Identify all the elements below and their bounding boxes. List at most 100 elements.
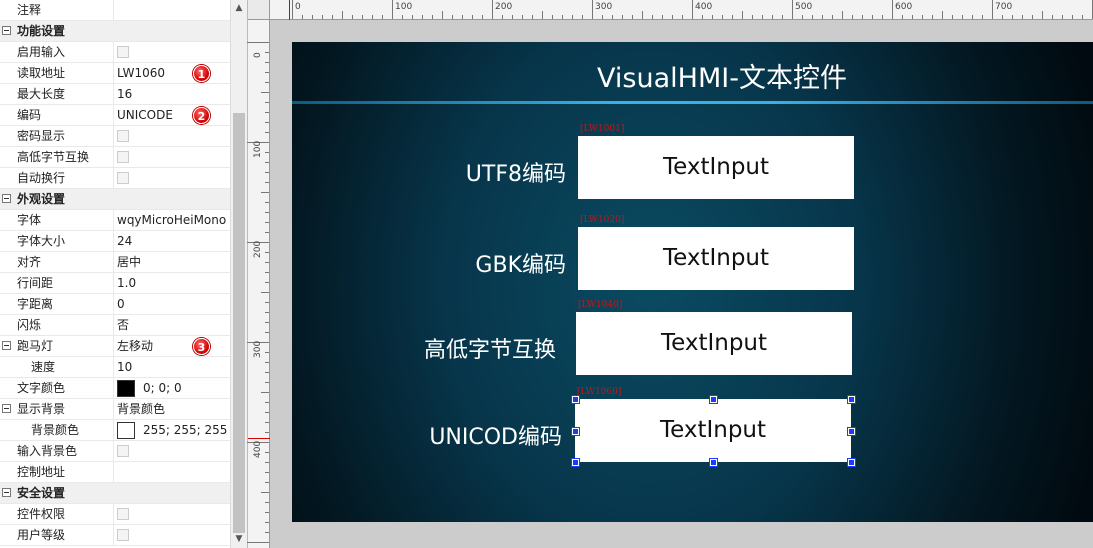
property-checkbox[interactable]	[117, 130, 129, 142]
resize-handle[interactable]	[571, 458, 580, 467]
resize-handle[interactable]	[571, 395, 580, 404]
ruler-tick	[265, 302, 269, 303]
resize-handle[interactable]	[709, 458, 718, 467]
property-value[interactable]: 24	[117, 231, 132, 251]
property-row[interactable]: 文字颜色 0; 0; 0	[0, 378, 230, 399]
ruler-tick	[292, 0, 293, 19]
property-checkbox[interactable]	[117, 172, 129, 184]
property-value[interactable]: LW1060	[117, 63, 165, 83]
property-row[interactable]: 显示背景 背景颜色	[0, 399, 230, 420]
ruler-tick	[512, 15, 513, 19]
text-input-widget[interactable]: TextInput	[576, 312, 852, 375]
ruler-label: 700	[995, 2, 1013, 12]
property-section[interactable]: 安全设置	[0, 483, 230, 504]
property-row[interactable]: 行间距 1.0	[0, 273, 230, 294]
resize-handle[interactable]	[571, 426, 580, 436]
property-row[interactable]: 读取地址 LW1060 1	[0, 63, 230, 84]
scroll-thumb[interactable]	[233, 113, 245, 533]
resize-handle[interactable]	[709, 395, 718, 404]
column-divider	[113, 168, 114, 188]
cursor-marker	[289, 0, 290, 20]
property-value[interactable]: 255; 255; 255	[143, 420, 227, 440]
property-row[interactable]: 高低字节互换	[0, 147, 230, 168]
property-row[interactable]: 对齐 居中	[0, 252, 230, 273]
property-row[interactable]: 字体大小 24	[0, 231, 230, 252]
property-checkbox[interactable]	[117, 46, 129, 58]
property-row[interactable]: 最大长度 16	[0, 84, 230, 105]
property-row[interactable]: 跑马灯 左移动 3	[0, 336, 230, 357]
ruler-tick	[261, 492, 269, 493]
property-row[interactable]: 编码 UNICODE 2	[0, 105, 230, 126]
ruler-tick	[1072, 15, 1073, 19]
property-section[interactable]: 功能设置	[0, 21, 230, 42]
scroll-up-icon[interactable]: ▲	[234, 3, 244, 13]
ruler-label: 200	[253, 240, 263, 258]
property-row[interactable]: 输入背景色	[0, 441, 230, 462]
ruler-tick	[265, 132, 269, 133]
ruler-corner	[248, 0, 270, 20]
color-swatch[interactable]	[117, 380, 135, 397]
property-checkbox[interactable]	[117, 508, 129, 520]
text-input-widget[interactable]: TextInput	[578, 227, 854, 290]
property-row[interactable]: 字体 wqyMicroHeiMono	[0, 210, 230, 231]
ruler-tick	[265, 512, 269, 513]
property-row[interactable]: 闪烁 否	[0, 315, 230, 336]
property-row[interactable]: 背景颜色 255; 255; 255	[0, 420, 230, 441]
property-value[interactable]: 0; 0; 0	[143, 378, 182, 398]
collapse-toggle-icon[interactable]	[2, 26, 11, 35]
text-input-widget[interactable]: TextInput	[578, 136, 854, 199]
property-value[interactable]: 10	[117, 357, 132, 377]
property-row[interactable]: 自动换行	[0, 168, 230, 189]
property-name: 行间距	[17, 276, 54, 290]
design-canvas-area[interactable]: 0 100 200 300 400 500 600 700 0 100 200 300 400 Vis…	[247, 0, 1093, 548]
property-row[interactable]: 速度 10	[0, 357, 230, 378]
ruler-tick	[502, 15, 503, 19]
text-input-widget[interactable]: TextInput	[575, 399, 851, 462]
collapse-toggle-icon[interactable]	[2, 488, 11, 497]
ruler-tick	[952, 15, 953, 19]
collapse-toggle-icon[interactable]	[2, 194, 11, 203]
ruler-tick	[265, 62, 269, 63]
hmi-screen[interactable]: VisualHMI-文本控件 UTF8编码 [LW1001] TextInput GB…	[292, 42, 1093, 522]
property-checkbox[interactable]	[117, 529, 129, 541]
color-swatch[interactable]	[117, 422, 135, 439]
property-value[interactable]: 居中	[117, 252, 141, 272]
collapse-toggle-icon[interactable]	[2, 404, 11, 413]
property-value[interactable]: wqyMicroHeiMono	[117, 210, 226, 230]
title-divider	[292, 101, 1093, 104]
property-value[interactable]: UNICODE	[117, 105, 173, 125]
property-row[interactable]: 字距离 0	[0, 294, 230, 315]
property-row[interactable]: 启用输入	[0, 42, 230, 63]
property-row[interactable]: 用户等级	[0, 525, 230, 546]
ruler-tick	[802, 15, 803, 19]
property-value[interactable]: 否	[117, 315, 129, 335]
property-row[interactable]: 注释	[0, 0, 230, 21]
property-checkbox[interactable]	[117, 445, 129, 457]
collapse-toggle-icon[interactable]	[2, 341, 11, 350]
property-value[interactable]: 0	[117, 294, 125, 314]
property-section[interactable]: 外观设置	[0, 189, 230, 210]
property-scrollbar[interactable]: ▲ ▼	[230, 0, 247, 548]
property-value[interactable]: 1.0	[117, 273, 136, 293]
scroll-down-icon[interactable]: ▼	[234, 534, 244, 544]
ruler-tick	[332, 15, 333, 19]
row-label: UTF8编码	[465, 162, 566, 187]
property-value[interactable]: 16	[117, 84, 132, 104]
ruler-label: 300	[595, 2, 613, 12]
resize-handle[interactable]	[847, 395, 856, 404]
resize-handle[interactable]	[847, 458, 856, 467]
property-row[interactable]: 控制地址	[0, 462, 230, 483]
property-checkbox[interactable]	[117, 151, 129, 163]
ruler-tick	[612, 15, 613, 19]
ruler-label: 400	[253, 440, 263, 458]
ruler-label: 0	[253, 52, 263, 58]
property-row[interactable]: 密码显示	[0, 126, 230, 147]
ruler-tick	[462, 15, 463, 19]
property-row[interactable]: 控件权限	[0, 504, 230, 525]
property-value[interactable]: 背景颜色	[117, 399, 165, 419]
property-name: 功能设置	[17, 24, 66, 38]
resize-handle[interactable]	[847, 426, 856, 436]
property-value[interactable]: 左移动	[117, 336, 153, 356]
ruler-tick	[1002, 15, 1003, 19]
column-divider	[113, 357, 114, 377]
